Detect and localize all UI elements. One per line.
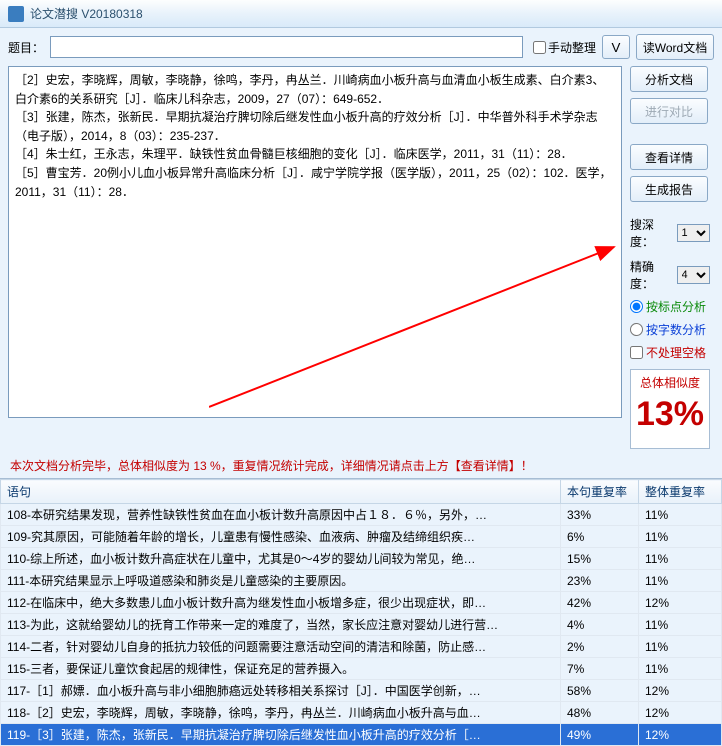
cell-rate1: 48% — [561, 702, 639, 724]
status-text: 本次文档分析完毕，总体相似度为 13 %，重复情况统计完成，详细情况请点击上方【… — [0, 449, 722, 478]
cell-rate1: 33% — [561, 504, 639, 526]
chk-nospace[interactable]: 不处理空格 — [630, 344, 706, 361]
cell-rate2: 11% — [639, 636, 722, 658]
table-row[interactable]: 108-本研究结果发现，营养性缺铁性贫血在血小板计数升高原因中占１８．６％，另外… — [1, 504, 722, 526]
table-row[interactable]: 115-三者，要保证儿童饮食起居的规律性，保证充足的营养摄入。7%11% — [1, 658, 722, 680]
reference-textbox[interactable]: ［2］史宏，李晓辉，周敏，李晓静，徐鸣，李丹，冉丛兰．川崎病血小板升高与血清血小… — [8, 66, 622, 418]
cell-sentence: 115-三者，要保证儿童饮食起居的规律性，保证充足的营养摄入。 — [1, 658, 561, 680]
table-row[interactable]: 111-本研究结果显示上呼吸道感染和肺炎是儿童感染的主要原因。23%11% — [1, 570, 722, 592]
cell-rate1: 23% — [561, 570, 639, 592]
cell-sentence: 109-究其原因，可能随着年龄的增长，儿童患有慢性感染、血液病、肿瘤及结缔组织疾… — [1, 526, 561, 548]
cell-rate2: 12% — [639, 680, 722, 702]
read-word-button[interactable]: 读Word文档 — [636, 34, 714, 60]
v-button[interactable]: V — [602, 35, 630, 59]
cell-rate1: 4% — [561, 614, 639, 636]
report-button[interactable]: 生成报告 — [630, 176, 708, 202]
table-row[interactable]: 110-综上所述，血小板计数升高症状在儿童中，尤其是0～4岁的婴幼儿间较为常见，… — [1, 548, 722, 570]
cell-rate2: 11% — [639, 658, 722, 680]
table-row[interactable]: 118-［2］史宏，李晓辉，周敏，李晓静，徐鸣，李丹，冉丛兰．川崎病血小板升高与… — [1, 702, 722, 724]
radio-count[interactable]: 按字数分析 — [630, 321, 706, 338]
compare-button: 进行对比 — [630, 98, 708, 124]
topic-label: 题目： — [8, 39, 44, 56]
similarity-score-box: 总体相似度 13% — [630, 369, 710, 449]
cell-sentence: 117-［1］郝嫖．血小板升高与非小细胞肺癌远处转移相关系探讨［J］．中国医学创… — [1, 680, 561, 702]
cell-rate1: 42% — [561, 592, 639, 614]
table-row[interactable]: 113-为此，这就给婴幼儿的抚育工作带来一定的难度了，当然，家长应注意对婴幼儿进… — [1, 614, 722, 636]
ref-line: ［4］朱士红，王永志，朱理平．缺铁性贫血骨髓巨核细胞的变化［J］．临床医学，20… — [15, 145, 615, 164]
depth-select[interactable]: 1 — [677, 224, 711, 242]
analyze-button[interactable]: 分析文档 — [630, 66, 708, 92]
score-label: 总体相似度 — [640, 374, 700, 391]
annotation-arrow — [209, 227, 622, 417]
cell-rate2: 11% — [639, 570, 722, 592]
table-row[interactable]: 109-究其原因，可能随着年龄的增长，儿童患有慢性感染、血液病、肿瘤及结缔组织疾… — [1, 526, 722, 548]
cell-sentence: 114-二者，针对婴幼儿自身的抵抗力较低的问题需要注意活动空间的清洁和除菌，防止… — [1, 636, 561, 658]
cell-rate2: 11% — [639, 504, 722, 526]
cell-sentence: 112-在临床中，绝大多数患儿血小板计数升高为继发性血小板增多症，很少出现症状，… — [1, 592, 561, 614]
ref-line: ［2］史宏，李晓辉，周敏，李晓静，徐鸣，李丹，冉丛兰．川崎病血小板升高与血清血小… — [15, 71, 615, 108]
table-row[interactable]: 114-二者，针对婴幼儿自身的抵抗力较低的问题需要注意活动空间的清洁和除菌，防止… — [1, 636, 722, 658]
table-row[interactable]: 112-在临床中，绝大多数患儿血小板计数升高为继发性血小板增多症，很少出现症状，… — [1, 592, 722, 614]
cell-rate1: 2% — [561, 636, 639, 658]
cell-rate1: 6% — [561, 526, 639, 548]
cell-rate1: 15% — [561, 548, 639, 570]
cell-sentence: 119-［3］张建，陈杰，张新民．早期抗凝治疗脾切除后继发性血小板升高的疗效分析… — [1, 724, 561, 746]
manual-sort-checkbox[interactable]: 手动整理 — [533, 39, 596, 56]
cell-rate1: 7% — [561, 658, 639, 680]
table-row[interactable]: 117-［1］郝嫖．血小板升高与非小细胞肺癌远处转移相关系探讨［J］．中国医学创… — [1, 680, 722, 702]
detail-button[interactable]: 查看详情 — [630, 144, 708, 170]
score-percent: 13% — [636, 391, 704, 439]
table-row[interactable]: 119-［3］张建，陈杰，张新民．早期抗凝治疗脾切除后继发性血小板升高的疗效分析… — [1, 724, 722, 746]
cell-sentence: 108-本研究结果发现，营养性缺铁性贫血在血小板计数升高原因中占１８．６％，另外… — [1, 504, 561, 526]
radio-punct[interactable]: 按标点分析 — [630, 298, 706, 315]
cell-rate2: 12% — [639, 592, 722, 614]
col-sentence-rate[interactable]: 本句重复率 — [561, 480, 639, 504]
precision-select[interactable]: 4 — [677, 266, 711, 284]
cell-rate1: 49% — [561, 724, 639, 746]
cell-sentence: 113-为此，这就给婴幼儿的抚育工作带来一定的难度了，当然，家长应注意对婴幼儿进… — [1, 614, 561, 636]
title-bar: 论文潜搜 V20180318 — [0, 0, 722, 28]
app-icon — [8, 6, 24, 22]
topic-input[interactable] — [50, 36, 523, 58]
cell-sentence: 118-［2］史宏，李晓辉，周敏，李晓静，徐鸣，李丹，冉丛兰．川崎病血小板升高与… — [1, 702, 561, 724]
precision-label: 精确度： — [630, 258, 675, 292]
cell-rate2: 11% — [639, 614, 722, 636]
col-overall-rate[interactable]: 整体重复率 — [639, 480, 722, 504]
cell-rate2: 12% — [639, 702, 722, 724]
col-sentence[interactable]: 语句 — [1, 480, 561, 504]
results-table: 语句 本句重复率 整体重复率 108-本研究结果发现，营养性缺铁性贫血在血小板计… — [0, 479, 722, 746]
window-title: 论文潜搜 V20180318 — [30, 5, 143, 22]
cell-rate1: 58% — [561, 680, 639, 702]
cell-sentence: 111-本研究结果显示上呼吸道感染和肺炎是儿童感染的主要原因。 — [1, 570, 561, 592]
cell-sentence: 110-综上所述，血小板计数升高症状在儿童中，尤其是0～4岁的婴幼儿间较为常见，… — [1, 548, 561, 570]
depth-label: 搜深度： — [630, 216, 675, 250]
ref-line: ［3］张建，陈杰，张新民．早期抗凝治疗脾切除后继发性血小板升高的疗效分析［J］．… — [15, 108, 615, 145]
cell-rate2: 11% — [639, 526, 722, 548]
ref-line: ［5］曹宝芳．20例小儿血小板异常升高临床分析［J］．咸宁学院学报（医学版），2… — [15, 164, 615, 201]
cell-rate2: 11% — [639, 548, 722, 570]
cell-rate2: 12% — [639, 724, 722, 746]
